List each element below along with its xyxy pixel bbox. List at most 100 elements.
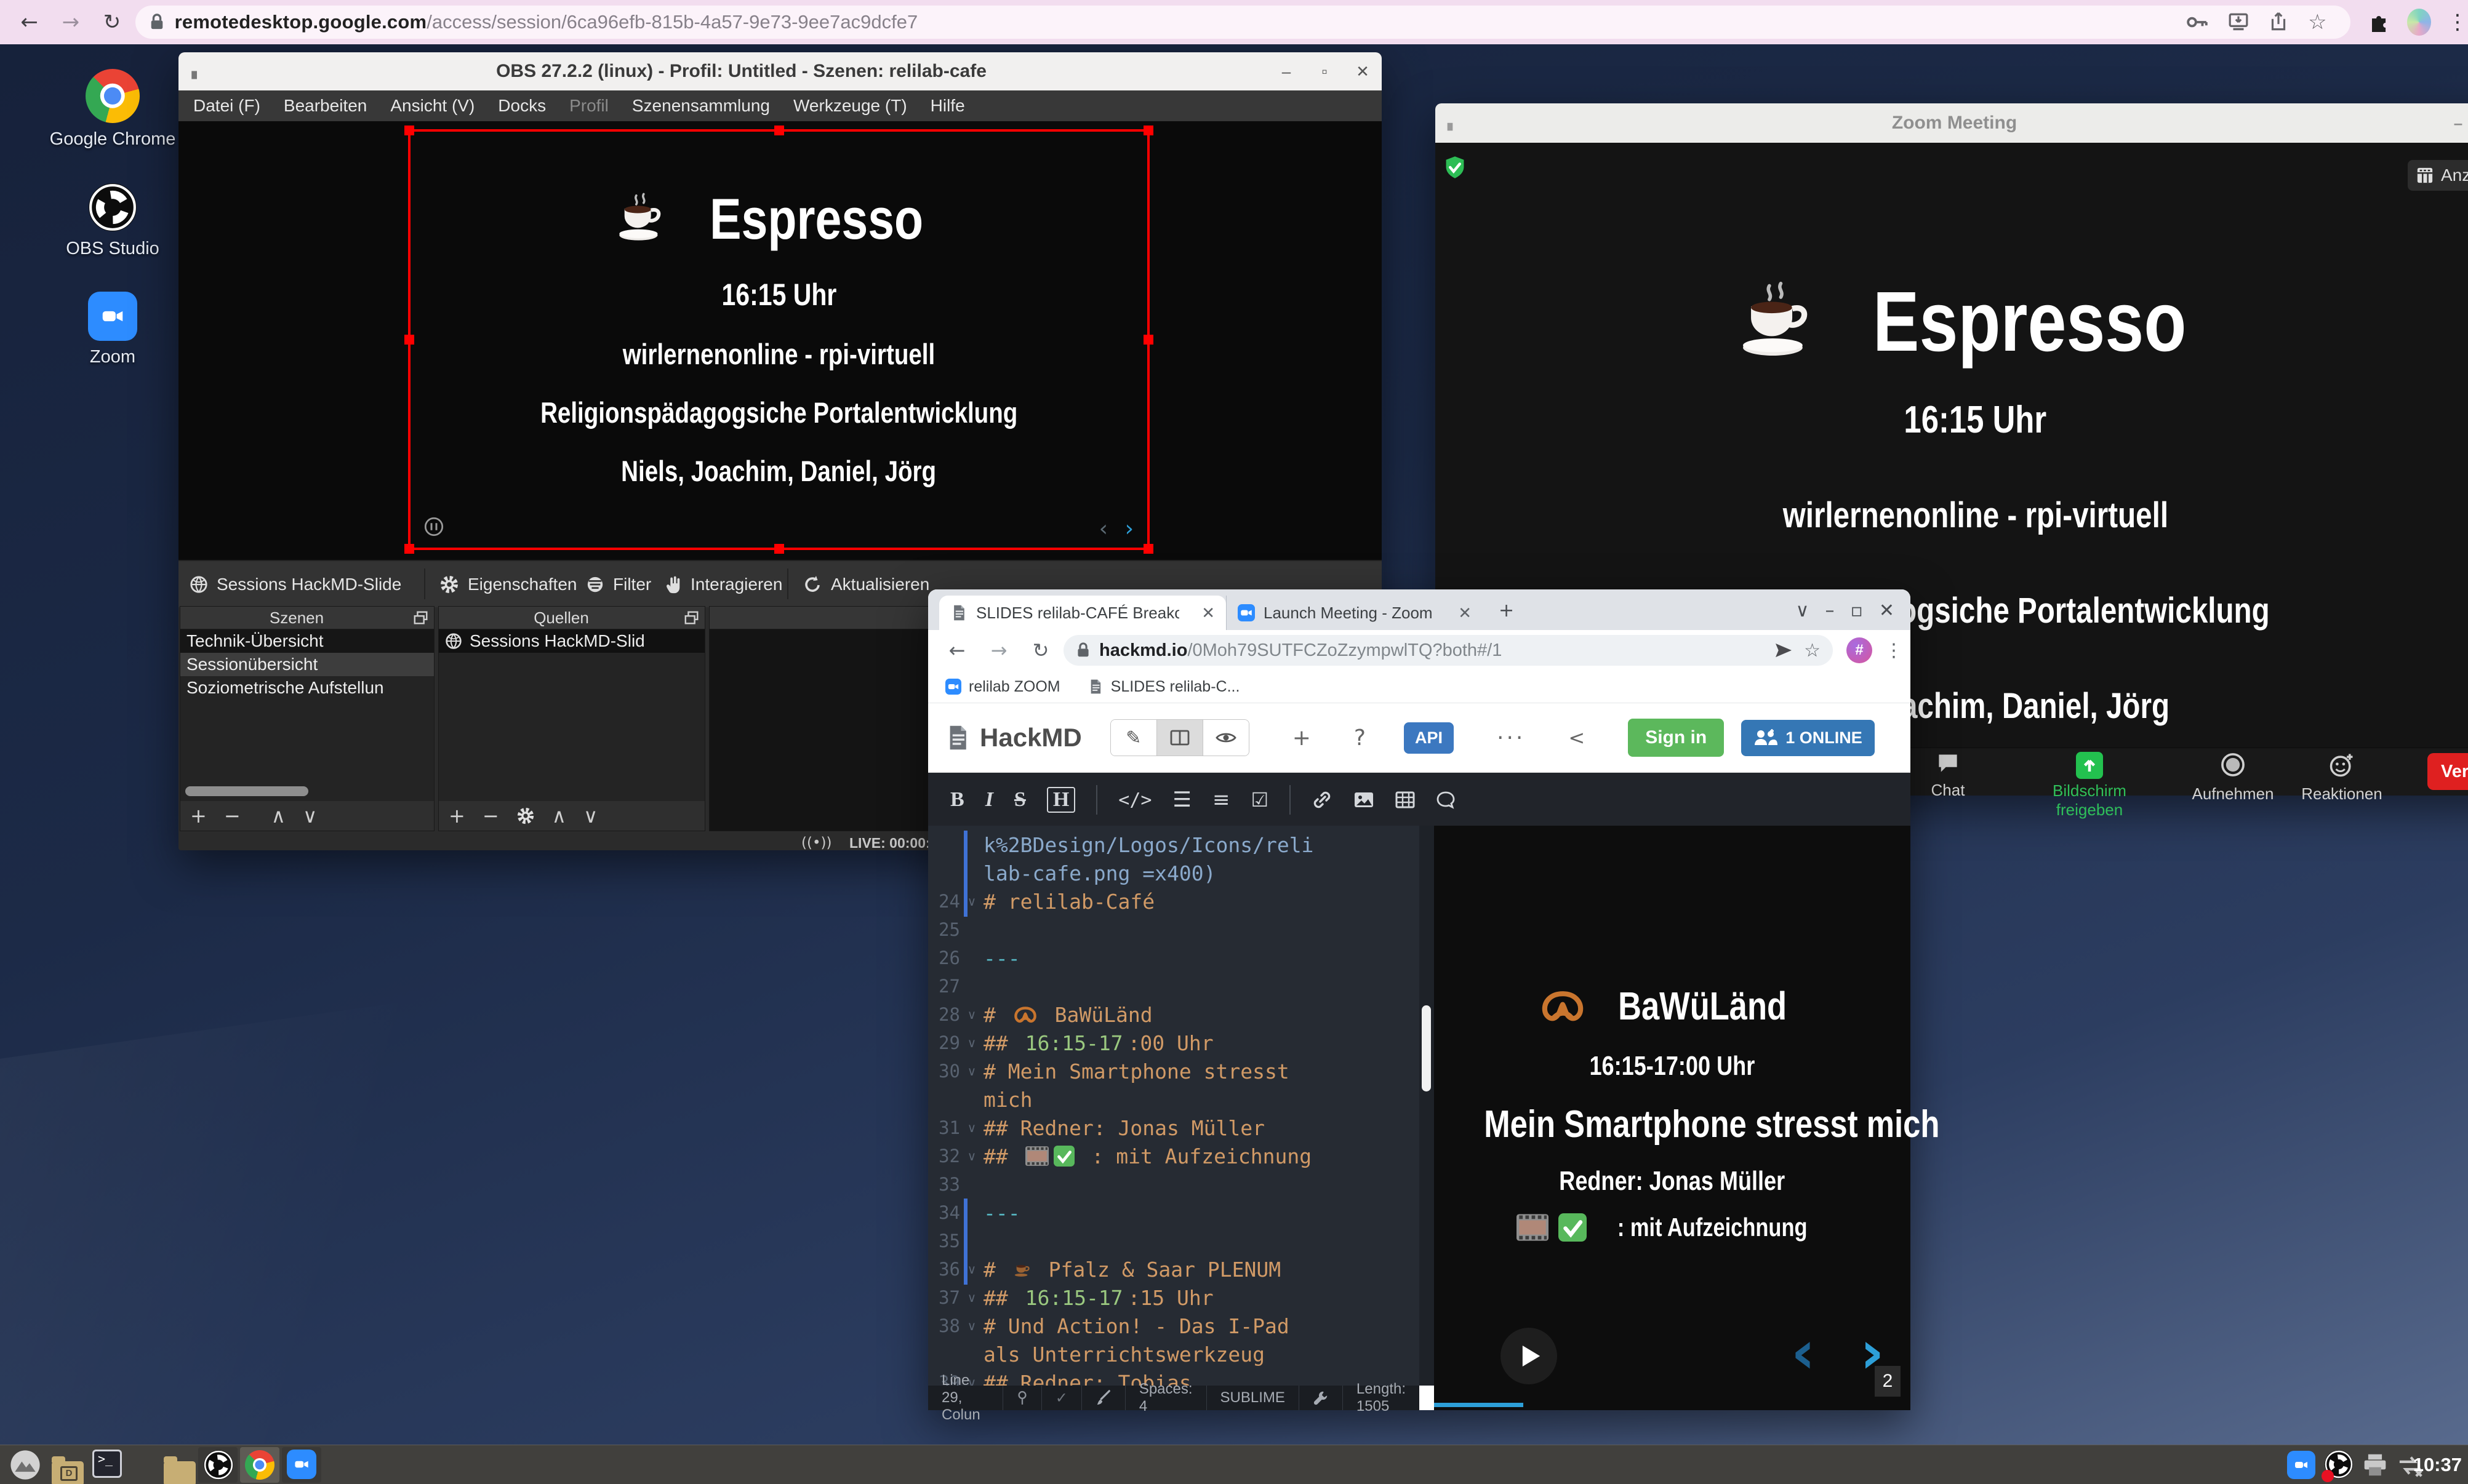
taskbar-obs-icon[interactable]: [203, 1450, 234, 1480]
menu-dots-icon[interactable]: ⋮: [2447, 10, 2468, 34]
reactions-button[interactable]: Reaktionen: [2274, 752, 2410, 804]
scenes-scrollbar[interactable]: [185, 786, 308, 796]
comment-icon[interactable]: [1436, 791, 1456, 809]
check-icon[interactable]: ✓: [1042, 1386, 1082, 1410]
taskbar-zoom-icon[interactable]: [287, 1450, 316, 1479]
slide-preview-pane[interactable]: BaWüLänd 16:15-17:00 Uhr Mein Smartphone…: [1434, 826, 1910, 1410]
address-bar[interactable]: hackmd.io/0Moh79SUTFCZoZzympwlTQ?both#/1…: [1064, 635, 1833, 666]
play-button[interactable]: [1500, 1328, 1557, 1384]
tab-zoom-launch[interactable]: Launch Meeting - Zoom ✕: [1226, 596, 1483, 630]
italic-button[interactable]: I: [985, 788, 993, 812]
back-icon[interactable]: ←: [17, 10, 41, 34]
numbered-list-icon[interactable]: ≡: [1212, 788, 1230, 812]
tab-close-icon[interactable]: ✕: [1201, 604, 1215, 623]
minimize-icon[interactable]: –: [2439, 114, 2468, 133]
help-icon[interactable]: ?: [1354, 725, 1366, 751]
slide-prev-icon[interactable]: ‹: [1099, 516, 1108, 541]
tab-hackmd[interactable]: SLIDES relilab-CAFÉ Breakou ✕: [939, 596, 1226, 630]
new-tab-icon[interactable]: +: [1499, 600, 1514, 621]
preview-mode-button[interactable]: [1203, 720, 1249, 756]
bookmark-relilab-zoom[interactable]: relilab ZOOM: [945, 678, 1060, 696]
bold-button[interactable]: B: [950, 788, 964, 812]
keymap-setting[interactable]: SUBLIME: [1207, 1386, 1299, 1410]
edit-mode-button[interactable]: ✎: [1111, 720, 1157, 756]
pin-icon[interactable]: [1017, 1390, 1028, 1406]
tray-printer-icon[interactable]: [2362, 1453, 2388, 1477]
api-badge[interactable]: API: [1404, 722, 1454, 754]
pause-icon[interactable]: [424, 517, 444, 537]
password-key-icon[interactable]: [2186, 15, 2208, 29]
leave-meeting-button[interactable]: Verlas: [2427, 753, 2468, 790]
new-note-icon[interactable]: +: [1292, 725, 1311, 751]
add-scene-icon[interactable]: +: [190, 804, 207, 828]
menu-ansicht[interactable]: Ansicht (V): [390, 96, 475, 116]
add-source-icon[interactable]: +: [449, 804, 465, 828]
scene-up-icon[interactable]: ∧: [271, 804, 286, 828]
close-icon[interactable]: ✕: [1344, 62, 1382, 81]
menu-szenensammlung[interactable]: Szenensammlung: [632, 96, 770, 116]
markdown-editor[interactable]: k%2BDesign/Logos/Icons/reli lab-cafe.png…: [928, 826, 1419, 1386]
tray-zoom-icon[interactable]: [2287, 1451, 2315, 1479]
send-icon[interactable]: [1774, 642, 1793, 658]
profile-avatar[interactable]: [2407, 9, 2431, 36]
desktop-icon-chrome[interactable]: Google Chrome: [42, 69, 183, 150]
link-icon[interactable]: [1312, 789, 1332, 810]
desktop-icon-obs[interactable]: OBS Studio: [42, 182, 183, 259]
tab-close-icon[interactable]: ✕: [1458, 604, 1472, 623]
menu-dots-icon[interactable]: ⋮: [1885, 640, 1903, 661]
desktop-icon-zoom[interactable]: Zoom: [42, 292, 183, 367]
menu-bearbeiten[interactable]: Bearbeiten: [284, 96, 367, 116]
share-icon[interactable]: <: [1568, 726, 1585, 749]
code-button[interactable]: </>: [1118, 789, 1152, 811]
view-button[interactable]: Anze: [2408, 160, 2468, 191]
taskbar-chrome-icon[interactable]: [245, 1450, 274, 1480]
scene-item[interactable]: Technik-Übersicht: [180, 629, 434, 653]
scene-selection-rect[interactable]: Espresso 16:15 Uhr wirlernenonline - rpi…: [408, 129, 1150, 550]
scene-item[interactable]: Sessionübersicht: [180, 653, 434, 676]
detach-panel-icon[interactable]: [684, 610, 700, 626]
menu-werkzeuge[interactable]: Werkzeuge (T): [793, 96, 907, 116]
dock-aktualisieren-button[interactable]: Aktualisieren: [803, 561, 929, 607]
dock-sessions-button[interactable]: Sessions HackMD-Slide: [190, 561, 401, 607]
extensions-icon[interactable]: [2369, 11, 2389, 33]
forward-icon[interactable]: →: [58, 10, 82, 34]
brush-icon[interactable]: [1096, 1390, 1112, 1406]
scene-down-icon[interactable]: ∨: [303, 804, 317, 828]
share-icon[interactable]: [2269, 11, 2288, 33]
image-icon[interactable]: [1353, 791, 1374, 808]
close-icon[interactable]: ✕: [1879, 600, 1894, 621]
taskbar-screenshot-folder-icon[interactable]: D: [52, 1461, 84, 1484]
back-icon[interactable]: ←: [944, 639, 970, 662]
dock-interagieren-button[interactable]: Interagieren: [663, 561, 782, 607]
bookmark-slides[interactable]: SLIDES relilab-C...: [1088, 678, 1240, 696]
more-options-icon[interactable]: ···: [1497, 725, 1525, 751]
minimize-icon[interactable]: –: [1267, 62, 1305, 81]
maximize-icon[interactable]: ▫: [1305, 62, 1344, 81]
heading-button[interactable]: H: [1047, 787, 1075, 813]
remove-scene-icon[interactable]: −: [224, 804, 241, 828]
bookmark-star-icon[interactable]: ☆: [2308, 10, 2326, 34]
slide-next-icon[interactable]: ›: [1125, 516, 1134, 541]
reload-icon[interactable]: ↻: [1028, 639, 1054, 662]
bullet-list-icon[interactable]: ☰: [1172, 788, 1191, 812]
tray-obs-icon[interactable]: [2324, 1450, 2354, 1482]
reload-icon[interactable]: ↻: [100, 10, 124, 34]
minimize-icon[interactable]: –: [1825, 600, 1835, 621]
source-gear-icon[interactable]: [516, 807, 535, 825]
share-screen-button[interactable]: Bildschirm freigeben: [2022, 752, 2157, 820]
zoom-titlebar[interactable]: ▖ Zoom Meeting – ▫: [1435, 103, 2468, 143]
editor-scrollbar[interactable]: [1419, 826, 1434, 1386]
obs-scene-preview[interactable]: Espresso 16:15 Uhr wirlernenonline - rpi…: [178, 121, 1382, 560]
clock[interactable]: 10:37: [2413, 1454, 2462, 1476]
scene-item[interactable]: Soziometrische Aufstellun: [180, 676, 434, 700]
prev-slide-icon[interactable]: ‹: [1791, 1318, 1816, 1387]
source-up-icon[interactable]: ∧: [552, 804, 566, 828]
tab-search-chevron-icon[interactable]: ∨: [1796, 600, 1809, 621]
remove-source-icon[interactable]: −: [483, 804, 499, 828]
online-button[interactable]: 1 ONLINE: [1741, 720, 1875, 756]
table-icon[interactable]: [1395, 791, 1415, 808]
menu-hilfe[interactable]: Hilfe: [931, 96, 965, 116]
detach-panel-icon[interactable]: [413, 610, 429, 626]
spaces-setting[interactable]: Spaces: 4: [1126, 1386, 1207, 1410]
taskbar-terminal-icon[interactable]: >_: [92, 1450, 122, 1478]
